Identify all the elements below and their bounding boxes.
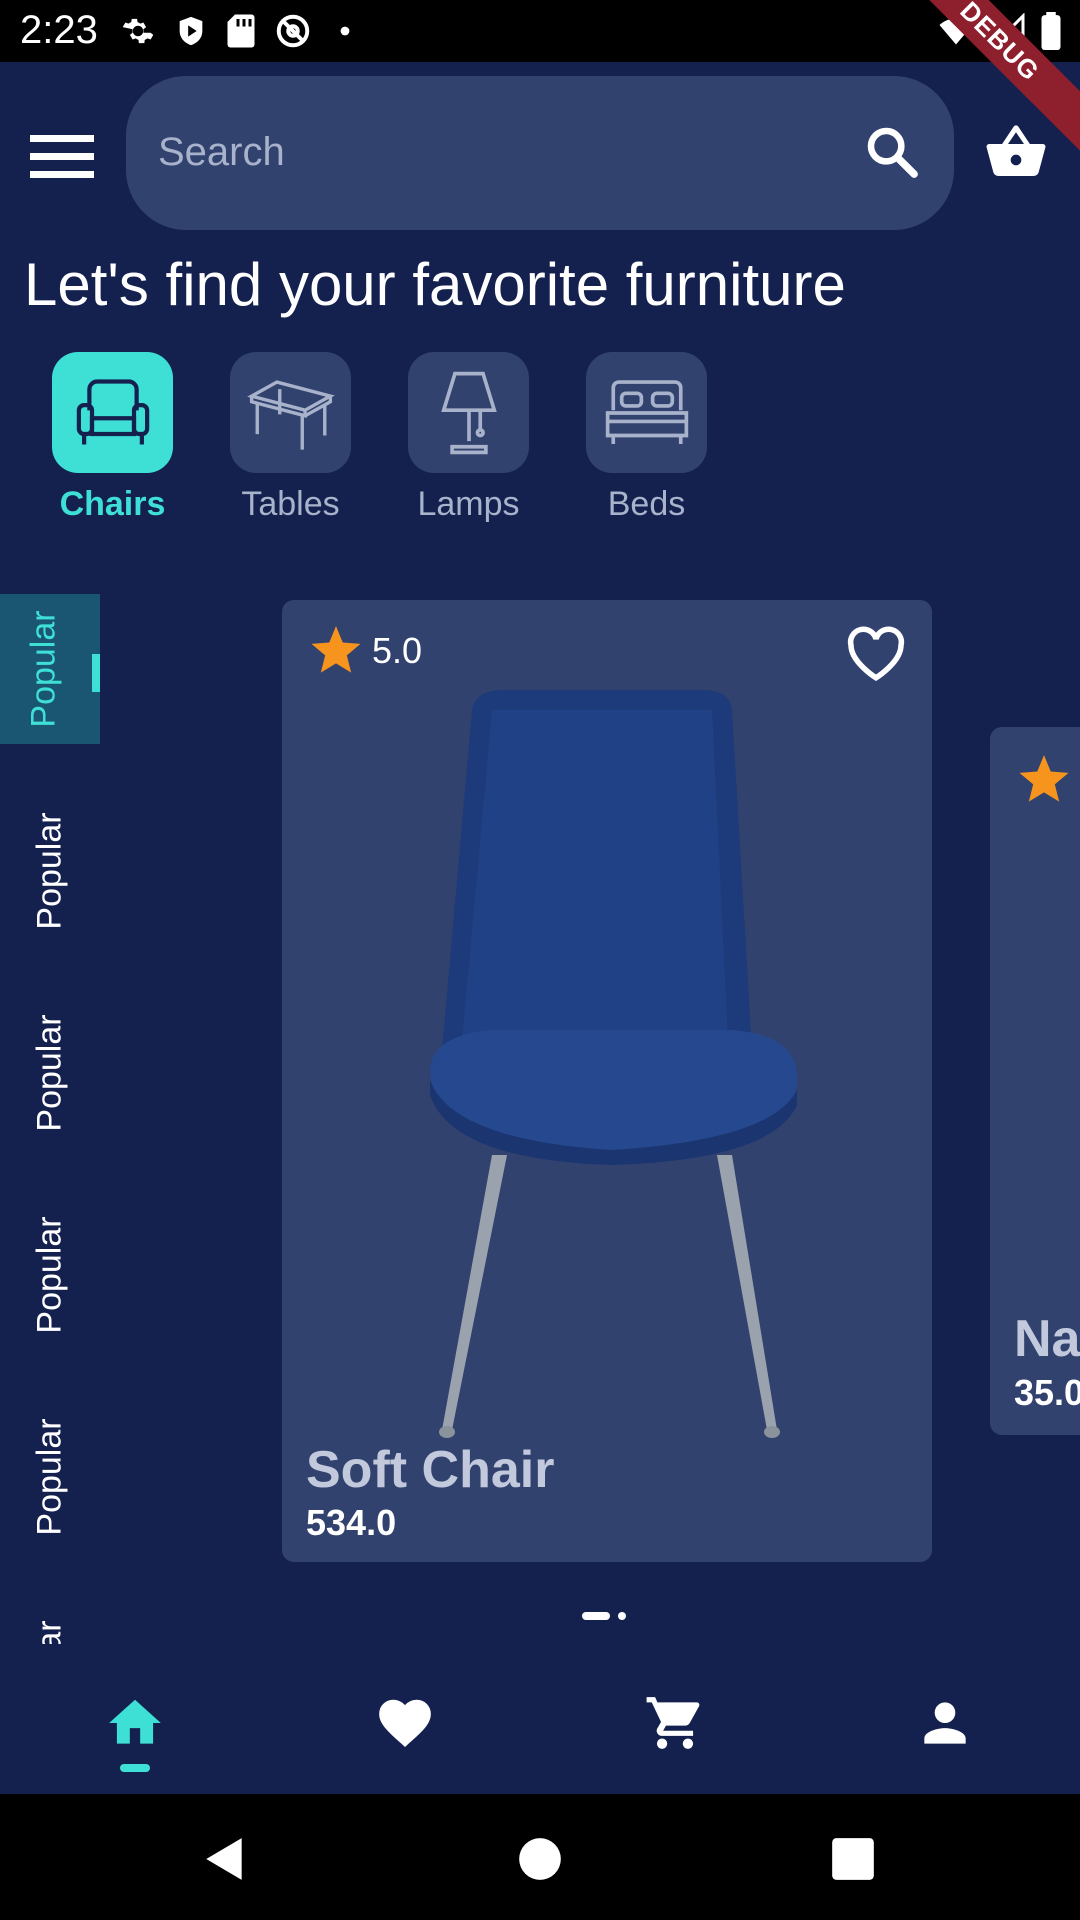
at-sign-icon	[276, 14, 310, 48]
table-icon	[246, 379, 335, 450]
side-rail: Popular Popular Popular Popular Popular …	[0, 594, 100, 1644]
category-beds-label: Beds	[607, 485, 686, 523]
favorite-heart-icon[interactable]	[846, 626, 906, 682]
search-input[interactable]	[156, 116, 820, 188]
person-icon	[924, 1702, 966, 1744]
category-tables[interactable]: Tables	[230, 352, 351, 524]
rail-item-label: Popular	[30, 812, 69, 930]
rail-item-popular-active[interactable]: Popular	[0, 594, 100, 744]
category-beds[interactable]: Beds	[586, 352, 707, 524]
product-name: Soft Chair	[306, 1441, 555, 1499]
rail-item-popular[interactable]: Popular	[0, 1604, 100, 1644]
category-lamps-box	[408, 352, 529, 473]
category-chairs-label: Chairs	[59, 485, 166, 523]
rail-item-popular[interactable]: Popular	[0, 1402, 100, 1552]
home-icon	[109, 1699, 161, 1744]
cart-icon	[646, 1697, 700, 1749]
category-tables-label: Tables	[241, 485, 340, 523]
category-chairs[interactable]: Chairs	[52, 352, 173, 524]
status-left-icons	[120, 10, 360, 52]
rail-item-label: Popular	[30, 1418, 69, 1536]
bottom-navigation	[0, 1666, 1080, 1794]
rail-item-label: Popular	[30, 1216, 69, 1334]
recents-icon[interactable]	[828, 1834, 878, 1884]
rail-item-label: Popular	[31, 1620, 70, 1644]
status-bar: 2:23 DEBUG	[0, 0, 1080, 162]
bed-icon	[605, 379, 688, 444]
chair-image	[430, 690, 798, 1438]
product-price: 534.0	[306, 1502, 397, 1543]
sd-card-icon	[227, 14, 255, 48]
search-bar	[126, 76, 954, 230]
page-dot	[618, 1612, 626, 1620]
app-bar	[0, 62, 1080, 237]
rail-item-popular[interactable]: Popular	[0, 796, 100, 946]
nav-profile[interactable]	[914, 1692, 990, 1768]
category-lamps-label: Lamps	[417, 485, 520, 523]
home-circle-icon[interactable]	[515, 1834, 565, 1884]
dot-icon	[340, 26, 350, 36]
nav-favorites[interactable]	[374, 1692, 450, 1768]
shield-play-icon	[179, 16, 203, 46]
nav-cart[interactable]	[644, 1692, 720, 1768]
settings-icon	[122, 18, 154, 44]
product-name: Na	[1014, 1310, 1080, 1368]
star-icon	[1019, 755, 1069, 802]
page-indicator	[582, 1612, 626, 1620]
rail-item-popular[interactable]: Popular	[0, 998, 100, 1148]
category-beds-box	[586, 352, 707, 473]
system-navigation	[0, 1794, 1080, 1920]
rating-value: 5.0	[372, 630, 423, 671]
armchair-icon	[76, 378, 149, 444]
product-price: 35.0	[1014, 1372, 1080, 1413]
category-list: Chairs Tables Lamps Beds	[52, 352, 707, 524]
status-time: 2:23	[20, 8, 98, 52]
rail-item-popular[interactable]: Popular	[0, 1200, 100, 1350]
basket-icon[interactable]	[984, 120, 1048, 184]
category-lamps[interactable]: Lamps	[408, 352, 529, 524]
product-card-next[interactable]: Na 35.0	[990, 727, 1080, 1435]
category-chairs-box	[52, 352, 173, 473]
product-card[interactable]: 5.0 Soft Chair 534.0	[282, 600, 932, 1562]
search-icon[interactable]	[864, 124, 920, 180]
page-headline: Let's find your favorite furniture	[24, 251, 846, 318]
rail-item-label: Popular	[24, 610, 63, 728]
page-dot-active	[582, 1612, 610, 1620]
rail-active-indicator	[92, 654, 100, 692]
back-icon[interactable]	[200, 1834, 250, 1884]
nav-home[interactable]	[104, 1692, 180, 1772]
rating: 5.0	[310, 626, 422, 676]
hamburger-menu-icon[interactable]	[30, 132, 94, 182]
nav-active-indicator	[120, 1764, 150, 1772]
rail-item-label: Popular	[30, 1014, 69, 1132]
lamp-icon	[440, 371, 497, 454]
star-icon	[311, 626, 361, 673]
category-tables-box	[230, 352, 351, 473]
heart-icon	[379, 1699, 431, 1748]
battery-icon	[1041, 12, 1061, 50]
